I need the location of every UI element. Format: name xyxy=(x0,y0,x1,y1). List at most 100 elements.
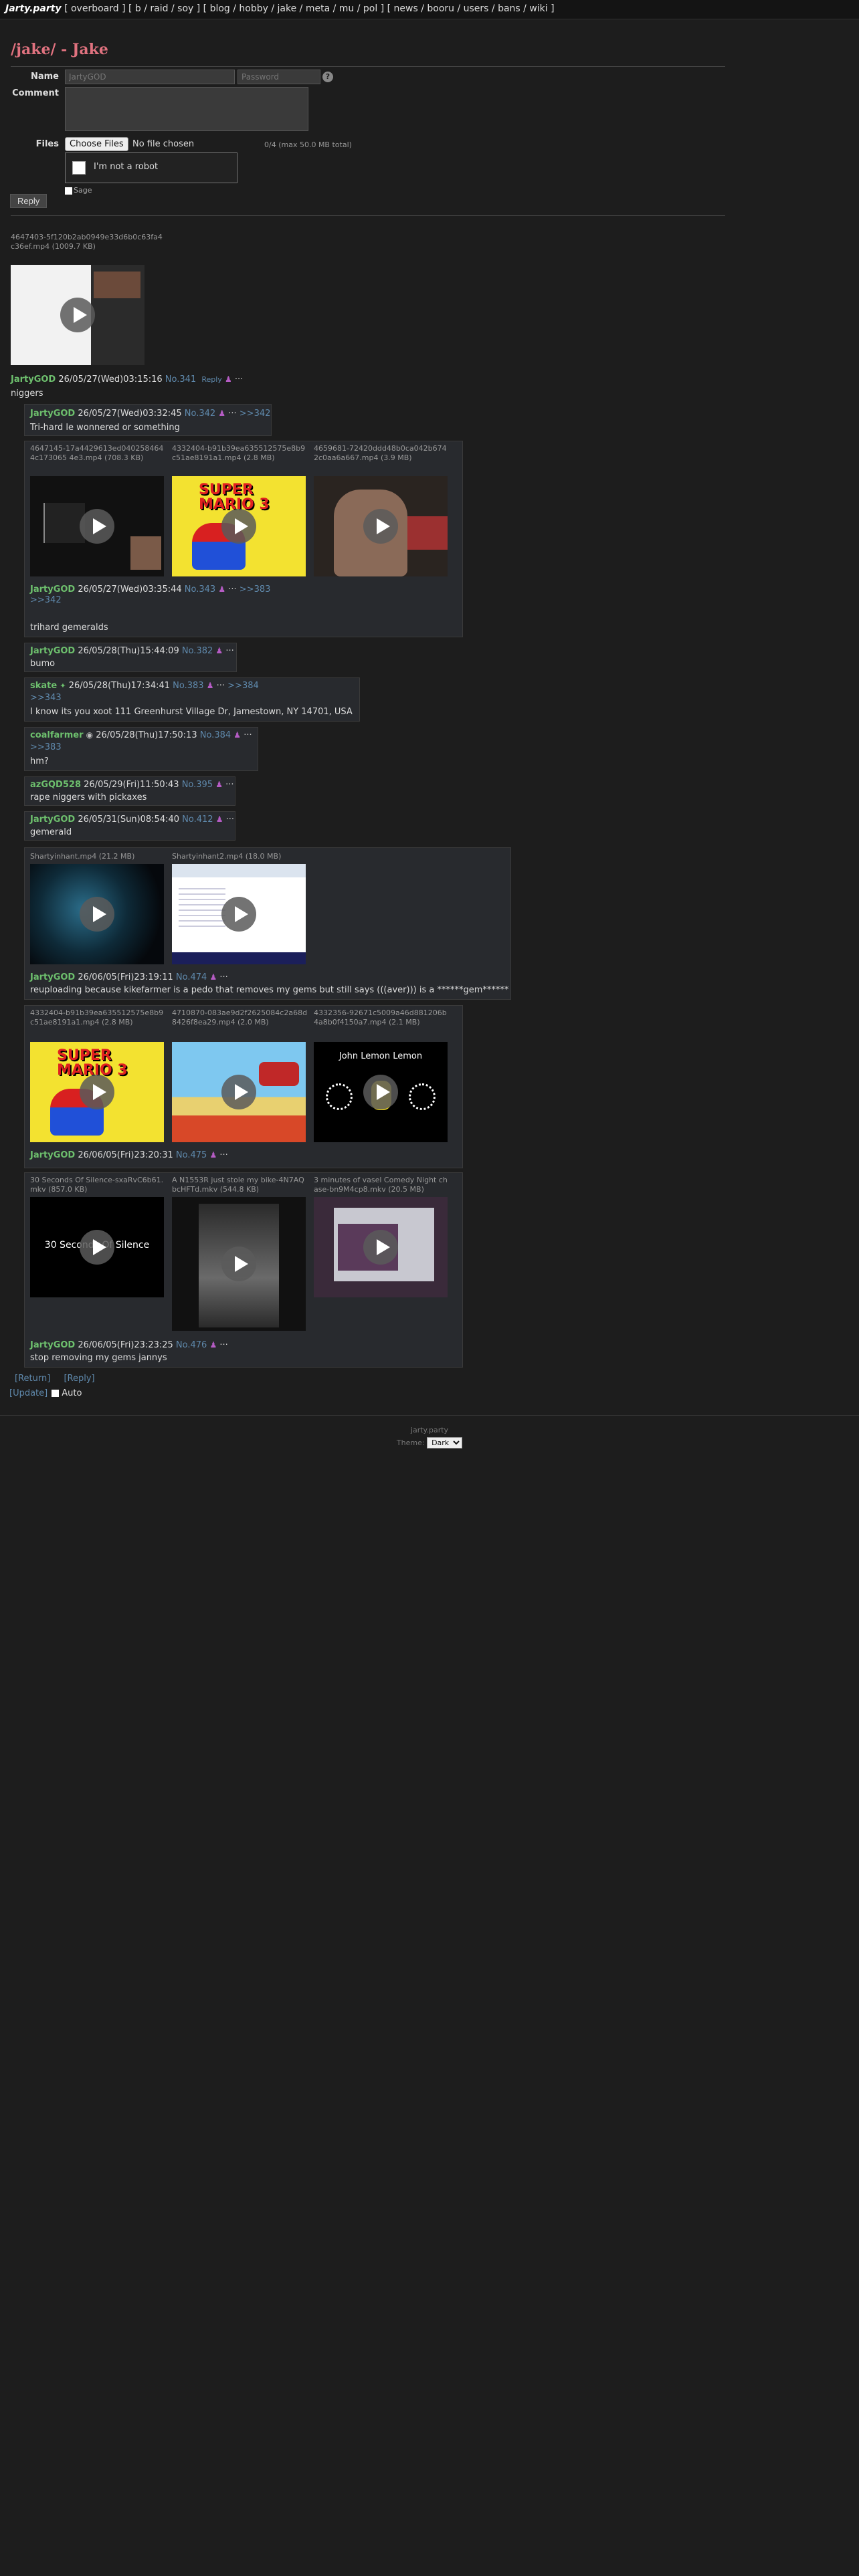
file-info[interactable]: 4332404-b91b39ea635512575e8b9c51ae8191a1… xyxy=(172,444,308,463)
play-icon[interactable] xyxy=(363,1230,398,1265)
backlink[interactable]: >>384 xyxy=(227,681,259,691)
password-input[interactable] xyxy=(237,70,320,84)
backlink[interactable]: >>383 xyxy=(240,584,271,595)
video-thumbnail[interactable] xyxy=(314,1197,448,1297)
post-body: stop removing my gems jannys xyxy=(30,1353,167,1363)
file-info[interactable]: 4332404-b91b39ea635512575e8b9c51ae8191a1… xyxy=(30,1008,167,1027)
play-icon[interactable] xyxy=(221,897,256,932)
post-date: 26/05/31(Sun)08:54:40 xyxy=(78,815,180,825)
video-thumbnail[interactable] xyxy=(314,476,448,576)
file-info[interactable]: 4647145-17a4429613ed0402584644c173065 4e… xyxy=(30,444,167,463)
video-thumbnail[interactable]: 30 Seconds Of Silence xyxy=(30,1197,164,1297)
post-number[interactable]: No.384 xyxy=(200,730,231,740)
poster-name: JartyGOD xyxy=(30,646,76,656)
play-icon[interactable] xyxy=(221,1247,256,1281)
post-number[interactable]: No.342 xyxy=(185,409,215,419)
play-icon[interactable] xyxy=(221,1075,256,1109)
file-info[interactable]: Shartyinhant.mp4 (21.2 MB) xyxy=(30,852,167,861)
theme-select[interactable]: Dark xyxy=(427,1437,463,1448)
nav-group-boards-2[interactable]: [ blog / hobby / jake / meta / mu / pol … xyxy=(203,3,385,14)
file-info[interactable]: A N1553R just stole my bike-4N7AQbcHFTd.… xyxy=(172,1176,308,1194)
dots-icon[interactable]: ··· xyxy=(226,815,234,825)
reply-post-474: Shartyinhant.mp4 (21.2 MB) Shartyinhant2… xyxy=(24,847,511,1000)
play-icon[interactable] xyxy=(363,1075,398,1109)
play-icon[interactable] xyxy=(80,1075,114,1109)
file-info[interactable]: Shartyinhant2.mp4 (18.0 MB) xyxy=(172,852,308,861)
dots-icon[interactable]: ··· xyxy=(217,681,225,691)
post-number[interactable]: No.382 xyxy=(182,646,213,656)
play-icon[interactable] xyxy=(221,509,256,544)
reply-post-384: coalfarmer ◉ 26/05/28(Thu)17:50:13 No.38… xyxy=(24,727,258,771)
play-icon[interactable] xyxy=(80,1230,114,1265)
post-number[interactable]: No.341 xyxy=(165,374,196,385)
play-icon[interactable] xyxy=(363,509,398,544)
file-info[interactable]: 4710870-083ae9d2f2625084c2a68d8426f8ea29… xyxy=(172,1008,308,1027)
post-body: bumo xyxy=(30,659,56,669)
thumb-title: SUPER MARIO 3 xyxy=(57,1047,128,1079)
file-info[interactable]: 30 Seconds Of Silence-sxaRvC6b61.mkv (85… xyxy=(30,1176,167,1194)
post-date: 26/06/05(Fri)23:23:25 xyxy=(78,1340,173,1350)
video-thumbnail[interactable]: SUPER MARIO 3 xyxy=(172,476,306,576)
dots-icon[interactable]: ··· xyxy=(219,972,227,982)
video-thumbnail[interactable] xyxy=(172,864,306,964)
nav-group-boards-3[interactable]: [ news / booru / users / bans / wiki ] xyxy=(387,3,555,14)
post-number[interactable]: No.383 xyxy=(173,681,203,691)
post-number[interactable]: No.475 xyxy=(176,1150,207,1160)
video-thumbnail[interactable]: John Lemon Lemon xyxy=(314,1042,448,1142)
video-thumbnail[interactable]: SUPER MARIO 3 xyxy=(30,1042,164,1142)
video-thumbnail[interactable] xyxy=(172,1042,306,1142)
dots-icon[interactable]: ··· xyxy=(219,1150,227,1160)
post-number[interactable]: No.412 xyxy=(182,815,213,825)
quote-link[interactable]: >>343 xyxy=(30,693,62,703)
auto-update-checkbox[interactable] xyxy=(52,1390,60,1397)
return-link[interactable]: [Return] xyxy=(15,1374,50,1384)
video-thumbnail[interactable] xyxy=(30,476,164,576)
comment-textarea[interactable] xyxy=(65,87,308,131)
poster-name: coalfarmer xyxy=(30,730,84,740)
footer-site[interactable]: jarty.party xyxy=(0,1426,859,1434)
quote-link[interactable]: >>383 xyxy=(30,742,62,752)
post-date: 26/05/27(Wed)03:15:16 xyxy=(58,374,163,385)
dots-icon[interactable]: ··· xyxy=(235,374,243,385)
op-header: JartyGOD 26/05/27(Wed)03:15:16 No.341 Re… xyxy=(11,373,243,386)
dots-icon[interactable]: ··· xyxy=(244,730,252,740)
post-number[interactable]: No.476 xyxy=(176,1340,207,1350)
post-number[interactable]: No.474 xyxy=(176,972,207,982)
site-logo[interactable]: Jarty.party xyxy=(5,3,62,14)
play-icon[interactable] xyxy=(60,298,95,332)
op-file-info[interactable]: 4647403-5f120b2ab0949e33d6b0c63fa4c36ef.… xyxy=(11,233,165,251)
post-body: Tri-hard le wonnered or something xyxy=(30,423,180,433)
play-icon[interactable] xyxy=(80,897,114,932)
reply-post-395: azGQD528 26/05/29(Fri)11:50:43 No.395 ♟ … xyxy=(24,776,235,806)
captcha-widget: I'm not a robot xyxy=(65,152,237,183)
post-number[interactable]: No.395 xyxy=(182,780,213,790)
op-video-thumbnail[interactable] xyxy=(11,265,145,365)
name-input[interactable] xyxy=(65,70,235,84)
play-icon[interactable] xyxy=(80,509,114,544)
video-thumbnail[interactable] xyxy=(172,1197,306,1331)
help-icon[interactable]: ? xyxy=(322,72,333,82)
pin-icon: ♟ xyxy=(224,374,232,384)
file-info[interactable]: 4332356-92671c5009a46d881206b4a8b0f4150a… xyxy=(314,1008,450,1027)
dots-icon[interactable]: ··· xyxy=(228,409,236,419)
reply-link[interactable]: [Reply] xyxy=(64,1374,94,1384)
update-link[interactable]: [Update] xyxy=(9,1388,47,1398)
quote-link[interactable]: >>342 xyxy=(30,595,62,605)
submit-reply-button[interactable]: Reply xyxy=(10,194,47,208)
theme-label: Theme: xyxy=(396,1438,425,1447)
dots-icon[interactable]: ··· xyxy=(225,780,233,790)
backlink[interactable]: >>342 xyxy=(240,409,271,419)
sage-checkbox[interactable] xyxy=(65,187,72,195)
choose-files-button[interactable]: Choose Files xyxy=(65,137,128,151)
captcha-checkbox[interactable] xyxy=(72,161,86,175)
file-info[interactable]: 4659681-72420ddd48b0ca042b6742c0aa6a667.… xyxy=(314,444,450,463)
dots-icon[interactable]: ··· xyxy=(228,584,236,595)
dots-icon[interactable]: ··· xyxy=(225,646,233,656)
reply-link[interactable]: Reply xyxy=(201,375,221,384)
file-info[interactable]: 3 minutes of vasel Comedy Night chase-bn… xyxy=(314,1176,450,1194)
nav-group-overboard[interactable]: [ overboard ] xyxy=(64,3,125,14)
video-thumbnail[interactable] xyxy=(30,864,164,964)
post-number[interactable]: No.343 xyxy=(185,584,215,595)
dots-icon[interactable]: ··· xyxy=(219,1340,227,1350)
nav-group-boards-1[interactable]: [ b / raid / soy ] xyxy=(128,3,200,14)
